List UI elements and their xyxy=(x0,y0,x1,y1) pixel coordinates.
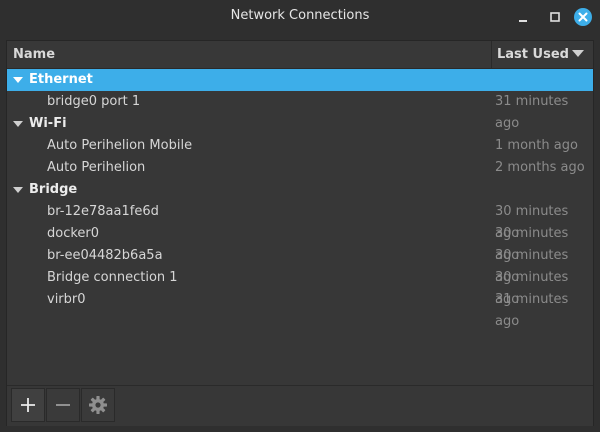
connection-name: virbr0 xyxy=(47,292,86,307)
expand-triangle-icon[interactable] xyxy=(13,187,23,194)
edit-connection-button[interactable] xyxy=(81,388,115,422)
group-label: Wi-Fi xyxy=(29,116,67,131)
maximize-button[interactable] xyxy=(544,6,566,28)
minimize-button[interactable] xyxy=(512,6,534,28)
remove-connection-button[interactable] xyxy=(46,388,80,422)
connection-last-used: 1 month ago xyxy=(495,138,578,153)
connection-row[interactable]: virbr0 31 minutes ago xyxy=(7,289,593,329)
group-label: Bridge xyxy=(29,182,78,197)
sort-down-icon[interactable] xyxy=(572,50,584,58)
add-connection-button[interactable] xyxy=(11,388,45,422)
connection-name: docker0 xyxy=(47,226,100,241)
expand-triangle-icon[interactable] xyxy=(13,121,23,128)
connection-last-used: 31 minutes ago xyxy=(495,292,569,329)
connection-row[interactable]: Bridge connection 1 30 minutes ago xyxy=(7,267,593,307)
titlebar[interactable]: Network Connections xyxy=(0,0,600,34)
connection-name: Auto Perihelion Mobile xyxy=(47,138,193,153)
group-row-ethernet[interactable]: Ethernet xyxy=(7,69,593,91)
connection-row[interactable]: bridge0 port 1 31 minutes ago xyxy=(7,91,593,131)
gear-icon xyxy=(89,396,107,414)
connection-row[interactable]: br-12e78aa1fe6d 30 minutes ago xyxy=(7,201,593,241)
connection-name: bridge0 port 1 xyxy=(47,94,141,109)
connection-name: Bridge connection 1 xyxy=(47,270,178,285)
window-title: Network Connections xyxy=(230,8,370,23)
remove-icon xyxy=(56,404,70,406)
list-header: Name Last Used xyxy=(7,41,593,69)
column-header-name[interactable]: Name xyxy=(13,41,55,68)
connection-name: br-ee04482b6a5a xyxy=(47,248,163,263)
connection-name: br-12e78aa1fe6d xyxy=(47,204,159,219)
connection-name: Auto Perihelion xyxy=(47,160,146,175)
network-connections-window: Network Connections Name Last Used Ether… xyxy=(0,0,600,432)
connection-last-used: 2 months ago xyxy=(495,160,585,175)
group-row-bridge[interactable]: Bridge xyxy=(7,179,593,201)
expand-triangle-icon[interactable] xyxy=(13,77,23,84)
close-button[interactable] xyxy=(572,6,594,28)
group-label: Ethernet xyxy=(29,72,93,87)
connection-row[interactable]: Auto Perihelion Mobile 1 month ago xyxy=(7,135,593,157)
group-row-wifi[interactable]: Wi-Fi xyxy=(7,113,593,135)
minimize-icon xyxy=(519,20,527,22)
connection-row[interactable]: Auto Perihelion 2 months ago xyxy=(7,157,593,179)
close-icon xyxy=(574,8,592,26)
column-header-last-used[interactable]: Last Used xyxy=(497,41,569,68)
connection-row[interactable]: docker0 30 minutes ago xyxy=(7,223,593,263)
column-separator[interactable] xyxy=(491,41,492,68)
connection-row[interactable]: br-ee04482b6a5a 30 minutes ago xyxy=(7,245,593,285)
maximize-icon xyxy=(550,12,560,22)
connections-panel: Name Last Used Ethernet bridge0 port 1 3… xyxy=(6,40,594,426)
connections-list: Ethernet bridge0 port 1 31 minutes ago W… xyxy=(7,69,593,383)
add-icon xyxy=(21,398,35,412)
bottom-toolbar xyxy=(7,385,593,426)
